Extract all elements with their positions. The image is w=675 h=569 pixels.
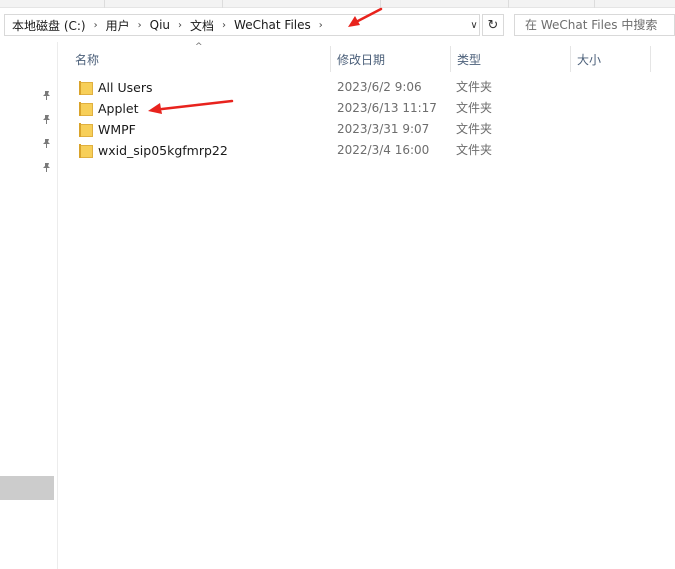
file-name-cell: wxid_sip05kgfmrp22 [79,140,228,161]
pin-icon[interactable] [40,162,52,174]
file-list: ^ 名称 修改日期 类型 大小 All Users 2023/6/2 9:06 … [59,42,675,569]
file-date: 2023/6/2 9:06 [337,80,422,94]
folder-icon [79,143,93,158]
folder-icon [79,101,93,116]
ribbon-separator [594,0,595,8]
breadcrumb-drive-c[interactable]: 本地磁盘 (C:) [11,17,87,34]
pin-icon[interactable] [40,138,52,150]
breadcrumb-chevron-icon[interactable]: › [222,20,226,31]
breadcrumb-chevron-icon[interactable]: › [94,20,98,31]
ribbon-separator [508,0,509,8]
file-date: 2023/3/31 9:07 [337,122,430,136]
folder-icon [79,80,93,95]
annotation-arrow-icon [348,7,383,27]
search-input[interactable] [525,18,674,32]
file-name-cell: Applet [79,98,139,119]
file-type: 文件夹 [456,101,493,115]
file-name-cell: WMPF [79,119,136,140]
breadcrumb-qiu[interactable]: Qiu [149,18,171,32]
breadcrumb: 本地磁盘 (C:) › 用户 › Qiu › 文档 › WeChat Files… [11,15,330,35]
column-header-name[interactable]: 名称 [69,46,331,72]
ribbon-separator [104,0,105,8]
address-bar[interactable]: 本地磁盘 (C:) › 用户 › Qiu › 文档 › WeChat Files… [4,14,480,36]
refresh-button[interactable]: ↻ [482,14,504,36]
navigation-pane [0,42,58,569]
nav-selected-item[interactable] [0,476,54,500]
file-row[interactable]: All Users 2023/6/2 9:06 文件夹 [59,77,659,98]
ribbon-remnant [0,0,675,8]
file-type: 文件夹 [456,143,493,157]
breadcrumb-chevron-icon[interactable]: › [178,20,182,31]
file-name: All Users [98,80,153,95]
pin-icon[interactable] [40,114,52,126]
breadcrumb-wechat-files[interactable]: WeChat Files [233,18,312,32]
annotation-arrow-icon [148,99,234,114]
file-type: 文件夹 [456,80,493,94]
column-header-date[interactable]: 修改日期 [331,46,451,72]
column-header-size[interactable]: 大小 [571,46,651,72]
ribbon-separator [222,0,223,8]
breadcrumb-chevron-icon[interactable]: › [138,20,142,31]
breadcrumb-chevron-icon[interactable]: › [319,20,323,31]
file-name: WMPF [98,122,136,137]
file-name: Applet [98,101,139,116]
breadcrumb-users[interactable]: 用户 [105,17,131,34]
refresh-icon: ↻ [487,17,499,33]
file-date: 2022/3/4 16:00 [337,143,430,157]
address-row: 本地磁盘 (C:) › 用户 › Qiu › 文档 › WeChat Files… [0,8,675,42]
column-header-type[interactable]: 类型 [451,46,571,72]
file-date: 2023/6/13 11:17 [337,101,437,115]
file-row[interactable]: WMPF 2023/3/31 9:07 文件夹 [59,119,659,140]
pin-icon[interactable] [40,90,52,102]
file-row[interactable]: wxid_sip05kgfmrp22 2022/3/4 16:00 文件夹 [59,140,659,161]
file-name-cell: All Users [79,77,152,98]
folder-icon [79,122,93,137]
file-type: 文件夹 [456,122,493,136]
breadcrumb-documents[interactable]: 文档 [189,17,215,34]
file-name: wxid_sip05kgfmrp22 [98,143,228,158]
search-box[interactable] [514,14,675,36]
address-history-chevron-down-icon[interactable]: ∨ [467,15,481,35]
